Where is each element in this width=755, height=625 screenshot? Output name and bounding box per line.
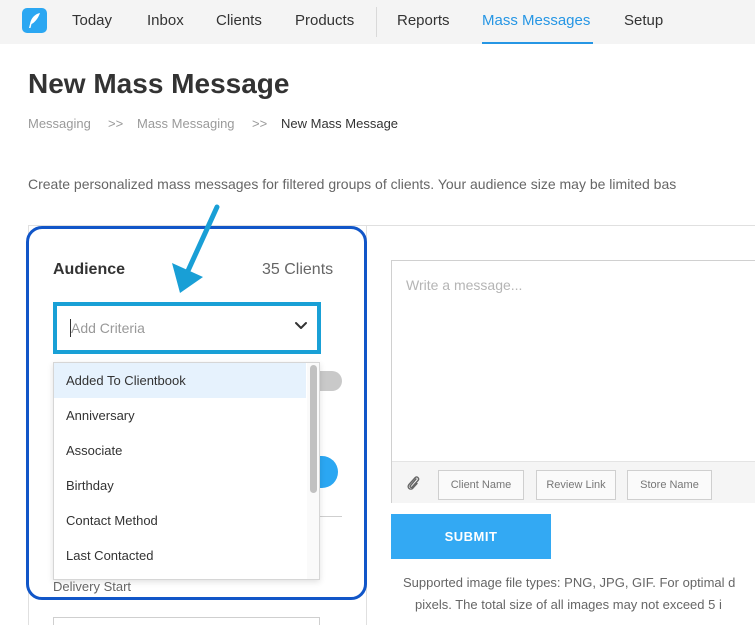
breadcrumb-mass-messaging[interactable]: Mass Messaging	[137, 116, 235, 131]
toggle-switch[interactable]	[318, 371, 342, 391]
active-tab-underline	[482, 42, 593, 44]
feather-pen-icon	[29, 13, 40, 28]
review-link-tag-button[interactable]: Review Link	[536, 470, 616, 500]
message-input[interactable]	[406, 277, 746, 427]
criteria-input[interactable]	[71, 317, 271, 339]
nav-item-setup[interactable]: Setup	[624, 12, 663, 29]
nav-item-today[interactable]: Today	[72, 12, 112, 29]
nav-item-inbox[interactable]: Inbox	[147, 12, 184, 29]
chevron-down-icon[interactable]	[294, 321, 308, 331]
nav-item-clients[interactable]: Clients	[216, 12, 262, 29]
breadcrumb-separator: >>	[108, 116, 124, 131]
supported-files-note: Supported image file types: PNG, JPG, GI…	[403, 575, 736, 590]
message-toolbar: Client Name Review Link Store Name	[392, 461, 755, 503]
dropdown-scrollbar-thumb[interactable]	[310, 365, 317, 493]
audience-count: 35 Clients	[262, 261, 334, 278]
dropdown-option-associate[interactable]: Associate	[54, 433, 306, 468]
criteria-dropdown-menu: Added To Clientbook Anniversary Associat…	[53, 362, 320, 580]
submit-button[interactable]: SUBMIT	[391, 514, 551, 559]
breadcrumb-current: New Mass Message	[281, 116, 399, 131]
store-name-tag-button[interactable]: Store Name	[627, 470, 712, 500]
top-nav: Today Inbox Clients Products Reports Mas…	[0, 0, 755, 44]
dropdown-option-anniversary[interactable]: Anniversary	[54, 398, 306, 433]
nav-item-reports[interactable]: Reports	[397, 12, 450, 29]
delivery-start-input[interactable]	[53, 617, 320, 625]
nav-item-products[interactable]: Products	[295, 12, 354, 29]
breadcrumb-separator: >>	[252, 116, 268, 131]
nav-divider	[376, 7, 377, 37]
criteria-select[interactable]	[53, 302, 321, 354]
annotation-arrow-icon	[172, 204, 220, 293]
delivery-start-label: Delivery Start	[53, 579, 132, 594]
dropdown-option-contact-method[interactable]: Contact Method	[54, 503, 306, 538]
page-title: New Mass Message	[28, 68, 290, 99]
breadcrumb-messaging[interactable]: Messaging	[28, 116, 91, 131]
message-composer: Client Name Review Link Store Name	[391, 260, 755, 503]
text-cursor	[70, 319, 71, 337]
audience-label: Audience	[53, 261, 126, 278]
panel-divider	[367, 225, 755, 226]
dropdown-option-birthday[interactable]: Birthday	[54, 468, 306, 503]
paperclip-icon[interactable]	[406, 474, 420, 492]
dropdown-option-last-contacted[interactable]: Last Contacted	[54, 538, 306, 573]
nav-item-mass-messages[interactable]: Mass Messages	[482, 12, 590, 29]
image-size-note: pixels. The total size of all images may…	[415, 597, 722, 612]
client-name-tag-button[interactable]: Client Name	[438, 470, 524, 500]
app-logo[interactable]	[22, 8, 47, 33]
page-description: Create personalized mass messages for fi…	[28, 176, 677, 192]
dropdown-option-added-to-clientbook[interactable]: Added To Clientbook	[54, 363, 306, 398]
divider	[318, 516, 342, 517]
